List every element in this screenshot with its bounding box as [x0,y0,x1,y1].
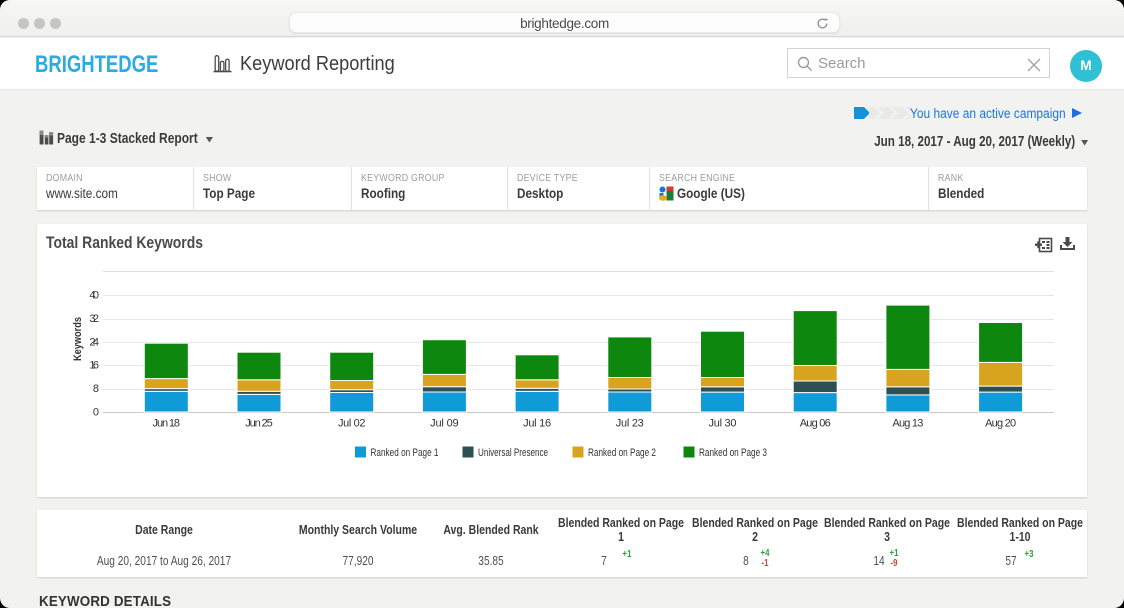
svg-text:Keywords: Keywords [72,317,84,361]
svg-text:32: 32 [89,313,99,325]
svg-text:16: 16 [89,360,99,372]
svg-text:0: 0 [93,406,99,418]
svg-text:Jul 02: Jul 02 [338,418,366,430]
svg-text:Ranked on Page 1: Ranked on Page 1 [371,447,439,459]
svg-text:Aug 06: Aug 06 [800,418,831,430]
svg-text:Jul 09: Jul 09 [430,418,459,430]
svg-text:Jun 25: Jun 25 [245,418,273,430]
svg-text:40: 40 [89,289,99,301]
svg-text:Aug 20: Aug 20 [985,418,1016,430]
svg-text:Jul 16: Jul 16 [523,418,551,430]
svg-text:Ranked on Page 2: Ranked on Page 2 [588,447,656,459]
svg-text:Jul 23: Jul 23 [616,418,644,430]
svg-text:24: 24 [89,336,99,348]
svg-text:8: 8 [93,383,99,395]
svg-text:Aug 13: Aug 13 [892,418,923,430]
svg-text:Jun 18: Jun 18 [153,418,181,430]
svg-text:Jul 30: Jul 30 [709,418,737,430]
svg-text:Universal Presence: Universal Presence [478,447,548,459]
svg-text:Ranked on Page 3: Ranked on Page 3 [699,447,767,459]
